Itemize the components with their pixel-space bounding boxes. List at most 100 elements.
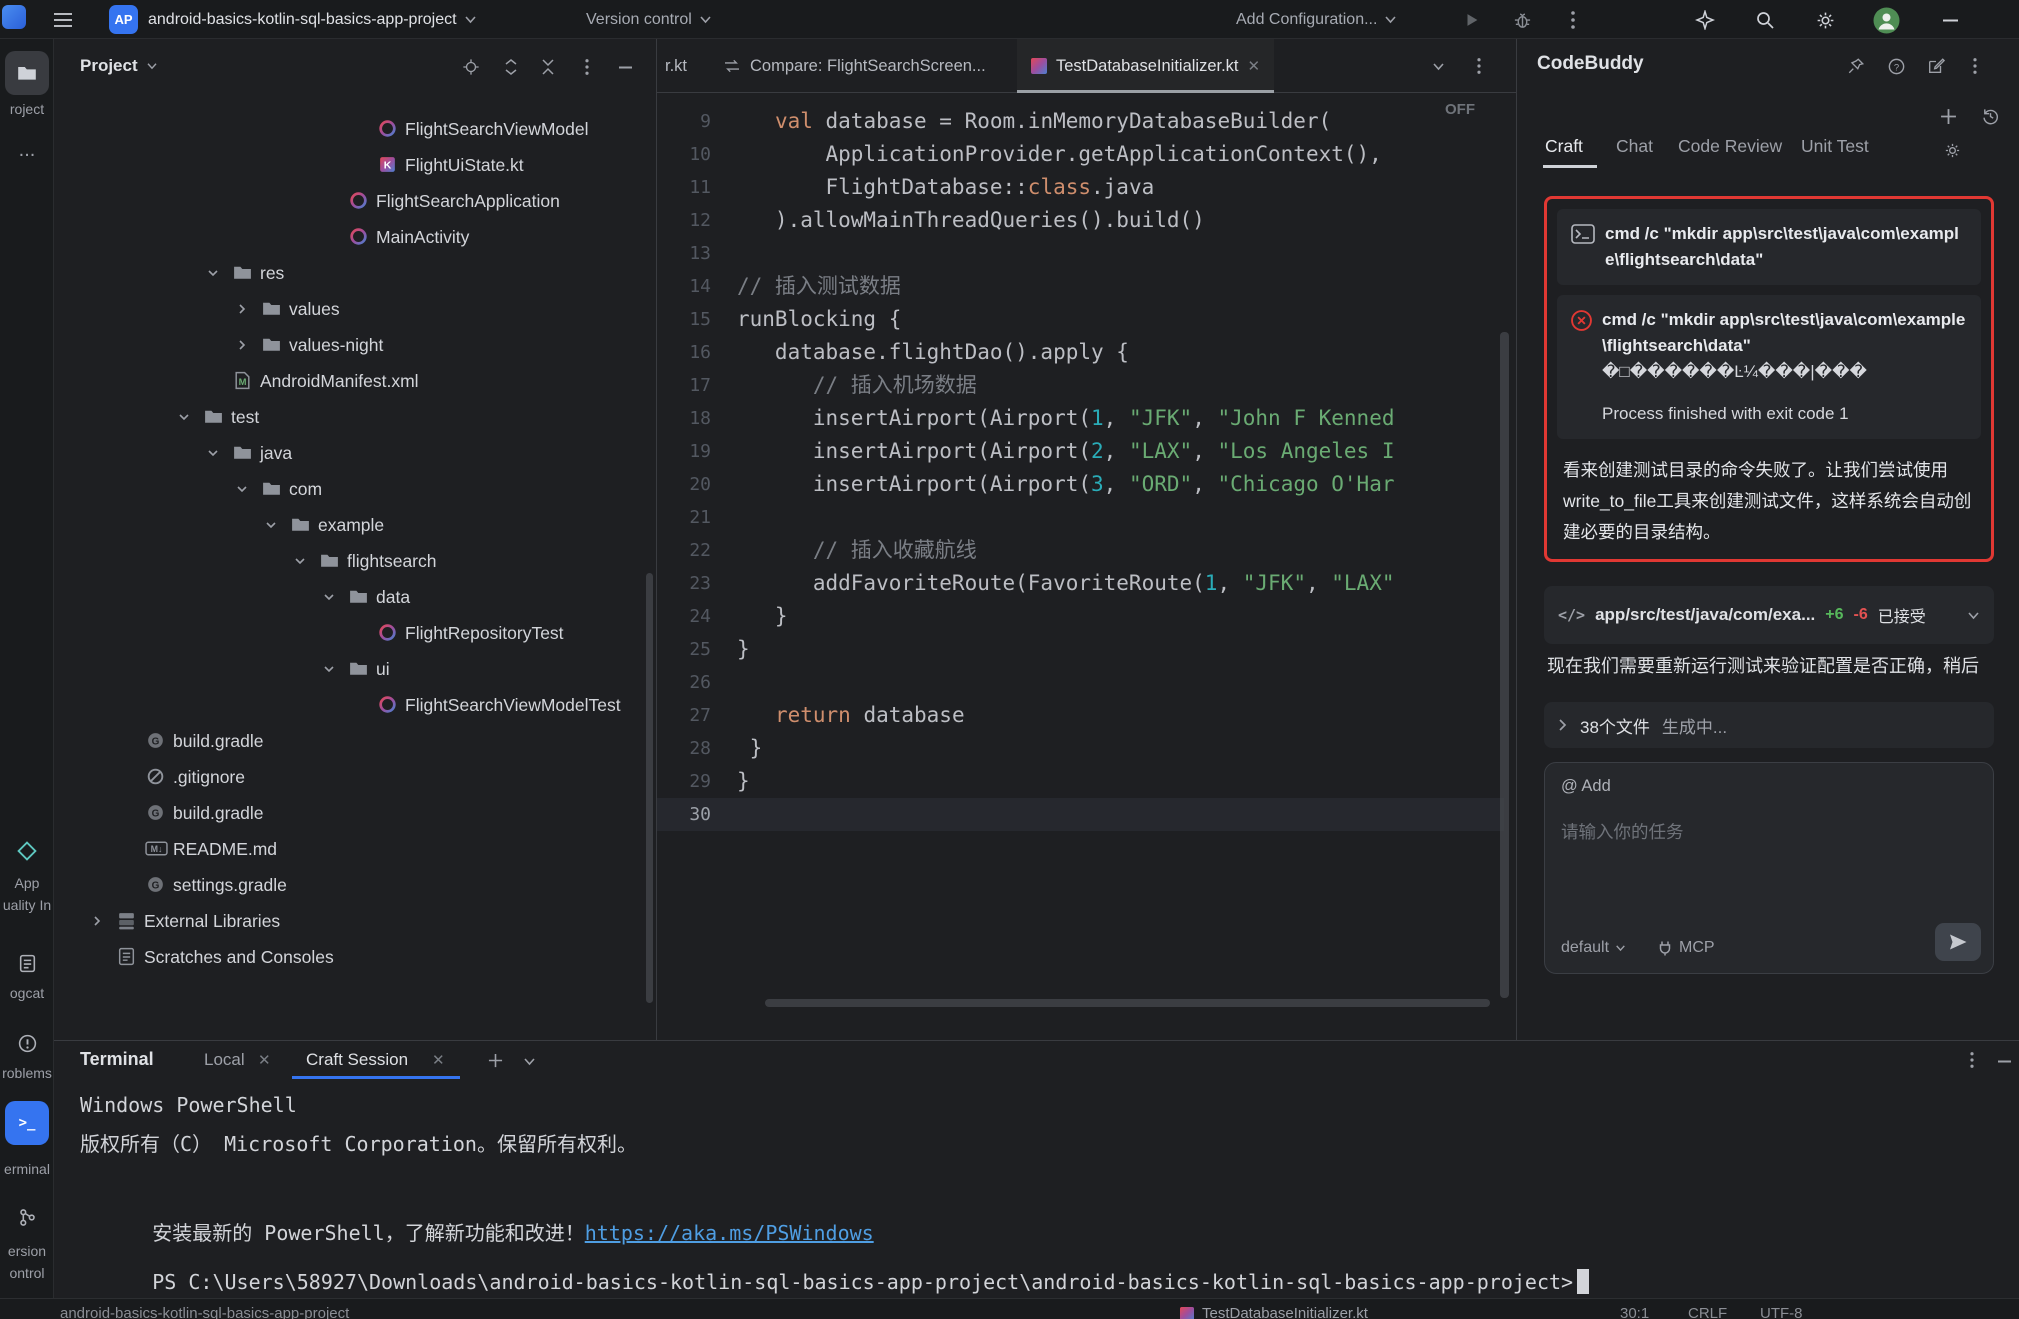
line-number[interactable]: 17 <box>657 369 711 402</box>
line-number[interactable]: 26 <box>657 666 711 699</box>
editor-tab-active[interactable]: TestDatabaseInitializer.kt ✕ <box>1017 39 1274 93</box>
chevron-down-icon[interactable] <box>322 662 336 676</box>
line-number[interactable]: 29 <box>657 765 711 798</box>
tree-item[interactable]: ui <box>54 651 646 687</box>
app-quality-label-2[interactable]: uality In <box>0 897 54 913</box>
terminal-tool-label[interactable]: erminal <box>0 1161 54 1177</box>
tree-item[interactable]: KFlightUiState.kt <box>54 147 646 183</box>
tree-item[interactable]: Gsettings.gradle <box>54 867 646 903</box>
tree-item[interactable]: M↓README.md <box>54 831 646 867</box>
hidden-tabs-button[interactable] <box>1427 55 1449 77</box>
code-line[interactable]: ).allowMainThreadQueries().build() <box>737 204 1205 237</box>
terminal-options-button[interactable] <box>1962 1049 1982 1071</box>
line-ending-widget[interactable]: CRLF <box>1688 1299 1727 1319</box>
model-selector[interactable]: default <box>1561 939 1626 957</box>
codebuddy-options-button[interactable] <box>1965 55 1985 77</box>
minimize-window-button[interactable] <box>1938 10 1962 30</box>
craft-settings-button[interactable] <box>1941 139 1963 161</box>
project-scrollbar[interactable] <box>646 573 653 1003</box>
send-button[interactable] <box>1935 923 1981 961</box>
line-number[interactable]: 11 <box>657 171 711 204</box>
line-number[interactable]: 21 <box>657 501 711 534</box>
app-quality-insights-button[interactable] <box>5 829 49 873</box>
tree-item[interactable]: MAndroidManifest.xml <box>54 363 646 399</box>
line-number[interactable]: 24 <box>657 600 711 633</box>
chevron-down-icon[interactable] <box>235 482 249 496</box>
code-line[interactable]: insertAirport(Airport(2, "LAX", "Los Ang… <box>737 435 1395 468</box>
select-opened-file-button[interactable] <box>460 56 482 78</box>
tree-item[interactable]: FlightSearchViewModelTest <box>54 687 646 723</box>
line-number[interactable]: 20 <box>657 468 711 501</box>
chevron-right-icon[interactable] <box>235 302 249 316</box>
expand-selection-button[interactable] <box>500 56 522 78</box>
line-number[interactable]: 18 <box>657 402 711 435</box>
line-number[interactable]: 30 <box>657 798 711 831</box>
tree-item[interactable]: MainActivity <box>54 219 646 255</box>
chevron-down-icon[interactable] <box>177 410 191 424</box>
project-view-selector[interactable]: Project <box>80 56 158 76</box>
vcs-widget[interactable]: Version control <box>586 0 712 39</box>
add-session-button[interactable] <box>1937 105 1959 127</box>
terminal-tab-local[interactable]: Local <box>204 1050 245 1070</box>
line-number[interactable]: 15 <box>657 303 711 336</box>
tree-item[interactable]: FlightRepositoryTest <box>54 615 646 651</box>
line-number[interactable]: 16 <box>657 336 711 369</box>
terminal-tab-craft-session[interactable]: Craft Session <box>306 1050 408 1070</box>
tab-chat[interactable]: Chat <box>1616 124 1653 168</box>
mcp-selector[interactable]: MCP <box>1657 939 1715 957</box>
tree-item[interactable]: example <box>54 507 646 543</box>
close-tab-icon[interactable]: ✕ <box>1248 57 1261 75</box>
terminal-tool-button[interactable]: >_ <box>5 1101 49 1145</box>
chevron-down-icon[interactable] <box>264 518 278 532</box>
tree-item[interactable]: data <box>54 579 646 615</box>
chevron-down-icon[interactable] <box>206 446 220 460</box>
chevron-right-icon[interactable] <box>90 914 104 928</box>
caret-position-widget[interactable]: 30:1 <box>1620 1299 1649 1319</box>
task-input-placeholder[interactable]: 请输入你的任务 <box>1561 819 1684 844</box>
version-control-button[interactable] <box>5 1195 49 1239</box>
debug-button[interactable] <box>1510 8 1534 32</box>
terminal-link[interactable]: https://aka.ms/PSWindows <box>585 1221 874 1245</box>
project-tool-button[interactable] <box>5 51 49 95</box>
line-number[interactable]: 13 <box>657 237 711 270</box>
generating-files-row[interactable]: 38个文件 生成中... <box>1544 702 1994 748</box>
code-line[interactable]: ApplicationProvider.getApplicationContex… <box>737 138 1382 171</box>
collapse-all-button[interactable] <box>537 56 559 78</box>
tree-item[interactable]: values-night <box>54 327 646 363</box>
code-line[interactable]: runBlocking { <box>737 303 901 336</box>
chevron-down-icon[interactable] <box>206 266 220 280</box>
code-line[interactable]: FlightDatabase::class.java <box>737 171 1154 204</box>
run-configuration-selector[interactable]: Add Configuration... <box>1236 0 1397 39</box>
chevron-down-icon[interactable] <box>293 554 307 568</box>
settings-button[interactable] <box>1812 7 1838 33</box>
panel-options-button[interactable] <box>577 56 597 78</box>
problems-label[interactable]: roblems <box>0 1065 54 1081</box>
chevron-down-icon[interactable] <box>322 590 336 604</box>
code-line[interactable]: val database = Room.inMemoryDatabaseBuil… <box>737 105 1331 138</box>
tree-item[interactable]: java <box>54 435 646 471</box>
problems-button[interactable] <box>5 1021 49 1065</box>
more-tool-windows-button[interactable]: ... <box>0 139 54 162</box>
chevron-right-icon[interactable] <box>235 338 249 352</box>
pin-button[interactable] <box>1845 55 1867 77</box>
line-number[interactable]: 14 <box>657 270 711 303</box>
add-context-button[interactable]: @ Add <box>1561 777 1611 796</box>
tree-item[interactable]: test <box>54 399 646 435</box>
code-line[interactable]: insertAirport(Airport(1, "JFK", "John F … <box>737 402 1395 435</box>
editor-horizontal-scrollbar[interactable] <box>765 999 1490 1007</box>
close-tab-icon[interactable]: ✕ <box>432 1051 445 1069</box>
line-number[interactable]: 23 <box>657 567 711 600</box>
tab-craft[interactable]: Craft <box>1545 124 1583 168</box>
line-number[interactable]: 25 <box>657 633 711 666</box>
tree-item[interactable]: flightsearch <box>54 543 646 579</box>
editor-options-button[interactable] <box>1469 55 1489 77</box>
editor-tab-partial[interactable]: r.kt <box>657 39 706 93</box>
tree-item[interactable]: Scratches and Consoles <box>54 939 646 975</box>
file-change-chip[interactable]: </> app/src/test/java/com/exa... +6 -6 已… <box>1544 586 1994 644</box>
tab-unit-test[interactable]: Unit Test <box>1801 124 1869 168</box>
new-chat-button[interactable] <box>1925 55 1947 77</box>
tree-item[interactable]: com <box>54 471 646 507</box>
editor-vertical-scrollbar[interactable] <box>1500 332 1509 998</box>
tree-item[interactable]: FlightSearchApplication <box>54 183 646 219</box>
ai-assistant-button[interactable] <box>1692 7 1718 33</box>
